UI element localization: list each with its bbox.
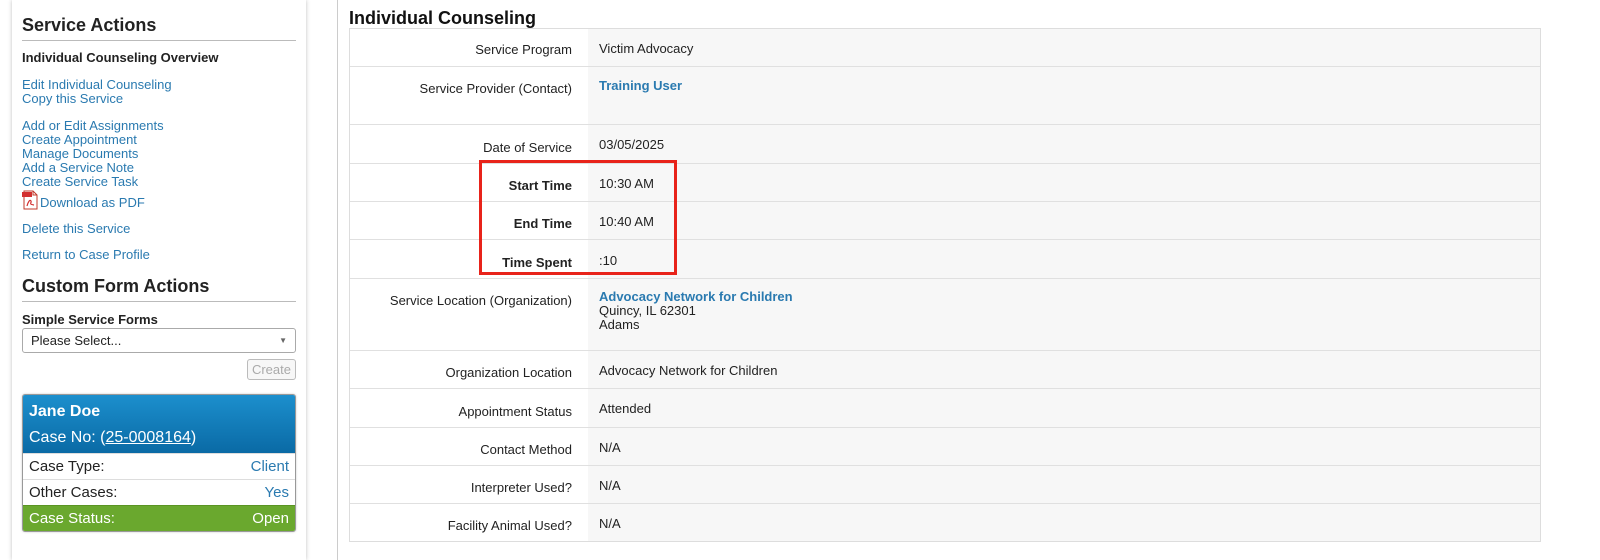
manage-documents-link[interactable]: Manage Documents	[22, 147, 296, 161]
value-appointment-status: Attended	[588, 389, 1540, 427]
row-interpreter-used: Interpreter Used? N/A	[350, 466, 1540, 504]
link-group-edit: Edit Individual Counseling Copy this Ser…	[22, 78, 296, 106]
row-facility-animal: Facility Animal Used? N/A	[350, 504, 1540, 541]
form-select-value: Please Select...	[31, 333, 122, 348]
create-button[interactable]: Create	[246, 359, 296, 380]
case-card-header: Jane Doe Case No: (25-0008164)	[23, 395, 295, 453]
pdf-icon	[22, 190, 40, 210]
page-title: Individual Counseling	[349, 8, 537, 28]
edit-service-link[interactable]: Edit Individual Counseling	[22, 78, 296, 92]
other-cases-row: Other Cases: Yes	[23, 479, 295, 505]
add-note-link[interactable]: Add a Service Note	[22, 161, 296, 175]
service-actions-heading: Service Actions	[22, 15, 296, 41]
row-service-program: Service Program Victim Advocacy	[350, 29, 1540, 67]
case-number-link[interactable]: 25-0008164	[105, 429, 190, 446]
case-no-label: Case No: (	[29, 429, 106, 446]
label-service-provider: Service Provider (Contact)	[350, 67, 588, 124]
service-location-link[interactable]: Advocacy Network for Children	[599, 289, 793, 304]
case-status-value: Open	[252, 510, 289, 527]
simple-forms-label: Simple Service Forms	[22, 312, 158, 327]
case-status-label: Case Status:	[29, 510, 115, 527]
label-end-time: End Time	[350, 202, 588, 239]
label-start-time: Start Time	[350, 164, 588, 201]
sidebar: Service Actions Individual Counseling Ov…	[12, 0, 306, 560]
row-organization-location: Organization Location Advocacy Network f…	[350, 351, 1540, 389]
case-type-value[interactable]: Client	[251, 458, 289, 475]
value-date-of-service: 03/05/2025	[588, 125, 1540, 163]
link-group-actions: Add or Edit Assignments Create Appointme…	[22, 119, 296, 210]
value-start-time: 10:30 AM	[588, 164, 1540, 201]
label-organization-location: Organization Location	[350, 351, 588, 388]
row-time-spent: Time Spent :10	[350, 240, 1540, 279]
overview-label: Individual Counseling Overview	[22, 50, 219, 65]
form-select[interactable]: Please Select... ▼	[22, 328, 296, 353]
row-service-provider: Service Provider (Contact) Training User	[350, 67, 1540, 125]
download-pdf-link[interactable]: Download as PDF	[40, 196, 145, 210]
label-date-of-service: Date of Service	[350, 125, 588, 163]
value-time-spent: :10	[588, 240, 1540, 278]
download-pdf-row[interactable]: Download as PDF	[22, 190, 296, 210]
row-contact-method: Contact Method N/A	[350, 428, 1540, 466]
row-appointment-status: Appointment Status Attended	[350, 389, 1540, 428]
copy-service-link[interactable]: Copy this Service	[22, 92, 296, 106]
label-service-program: Service Program	[350, 29, 588, 66]
row-start-time: Start Time 10:30 AM	[350, 164, 1540, 202]
service-location-city: Quincy, IL 62301	[599, 303, 696, 318]
value-contact-method: N/A	[588, 428, 1540, 465]
main-panel: Individual Counseling Service Program Vi…	[337, 0, 1600, 560]
value-interpreter-used: N/A	[588, 466, 1540, 503]
create-task-link[interactable]: Create Service Task	[22, 175, 296, 189]
label-time-spent: Time Spent	[350, 240, 588, 278]
custom-form-heading: Custom Form Actions	[22, 276, 296, 302]
label-appointment-status: Appointment Status	[350, 389, 588, 427]
service-provider-link[interactable]: Training User	[599, 78, 682, 93]
row-date-of-service: Date of Service 03/05/2025	[350, 125, 1540, 164]
other-cases-label: Other Cases:	[29, 484, 118, 501]
case-status-row: Case Status: Open	[23, 505, 295, 531]
create-appointment-link[interactable]: Create Appointment	[22, 133, 296, 147]
row-end-time: End Time 10:40 AM	[350, 202, 1540, 240]
case-type-row: Case Type: Client	[23, 453, 295, 479]
case-number-line: Case No: (25-0008164)	[29, 429, 289, 447]
assignments-link[interactable]: Add or Edit Assignments	[22, 119, 296, 133]
case-card: Jane Doe Case No: (25-0008164) Case Type…	[22, 394, 296, 532]
value-service-program: Victim Advocacy	[588, 29, 1540, 66]
case-type-label: Case Type:	[29, 458, 105, 475]
return-profile-link[interactable]: Return to Case Profile	[22, 248, 296, 262]
client-name: Jane Doe	[29, 403, 101, 420]
label-service-location: Service Location (Organization)	[350, 279, 588, 350]
service-location-county: Adams	[599, 317, 640, 332]
value-organization-location: Advocacy Network for Children	[588, 351, 1540, 388]
create-row: Create	[22, 359, 296, 380]
label-interpreter-used: Interpreter Used?	[350, 466, 588, 503]
delete-service-link[interactable]: Delete this Service	[22, 222, 296, 236]
label-contact-method: Contact Method	[350, 428, 588, 465]
value-end-time: 10:40 AM	[588, 202, 1540, 239]
chevron-down-icon: ▼	[279, 336, 287, 345]
value-facility-animal: N/A	[588, 504, 1540, 541]
row-service-location: Service Location (Organization) Advocacy…	[350, 279, 1540, 351]
label-facility-animal: Facility Animal Used?	[350, 504, 588, 541]
service-details-table: Service Program Victim Advocacy Service …	[349, 28, 1541, 542]
case-no-close: )	[190, 429, 197, 446]
other-cases-value[interactable]: Yes	[265, 484, 289, 501]
